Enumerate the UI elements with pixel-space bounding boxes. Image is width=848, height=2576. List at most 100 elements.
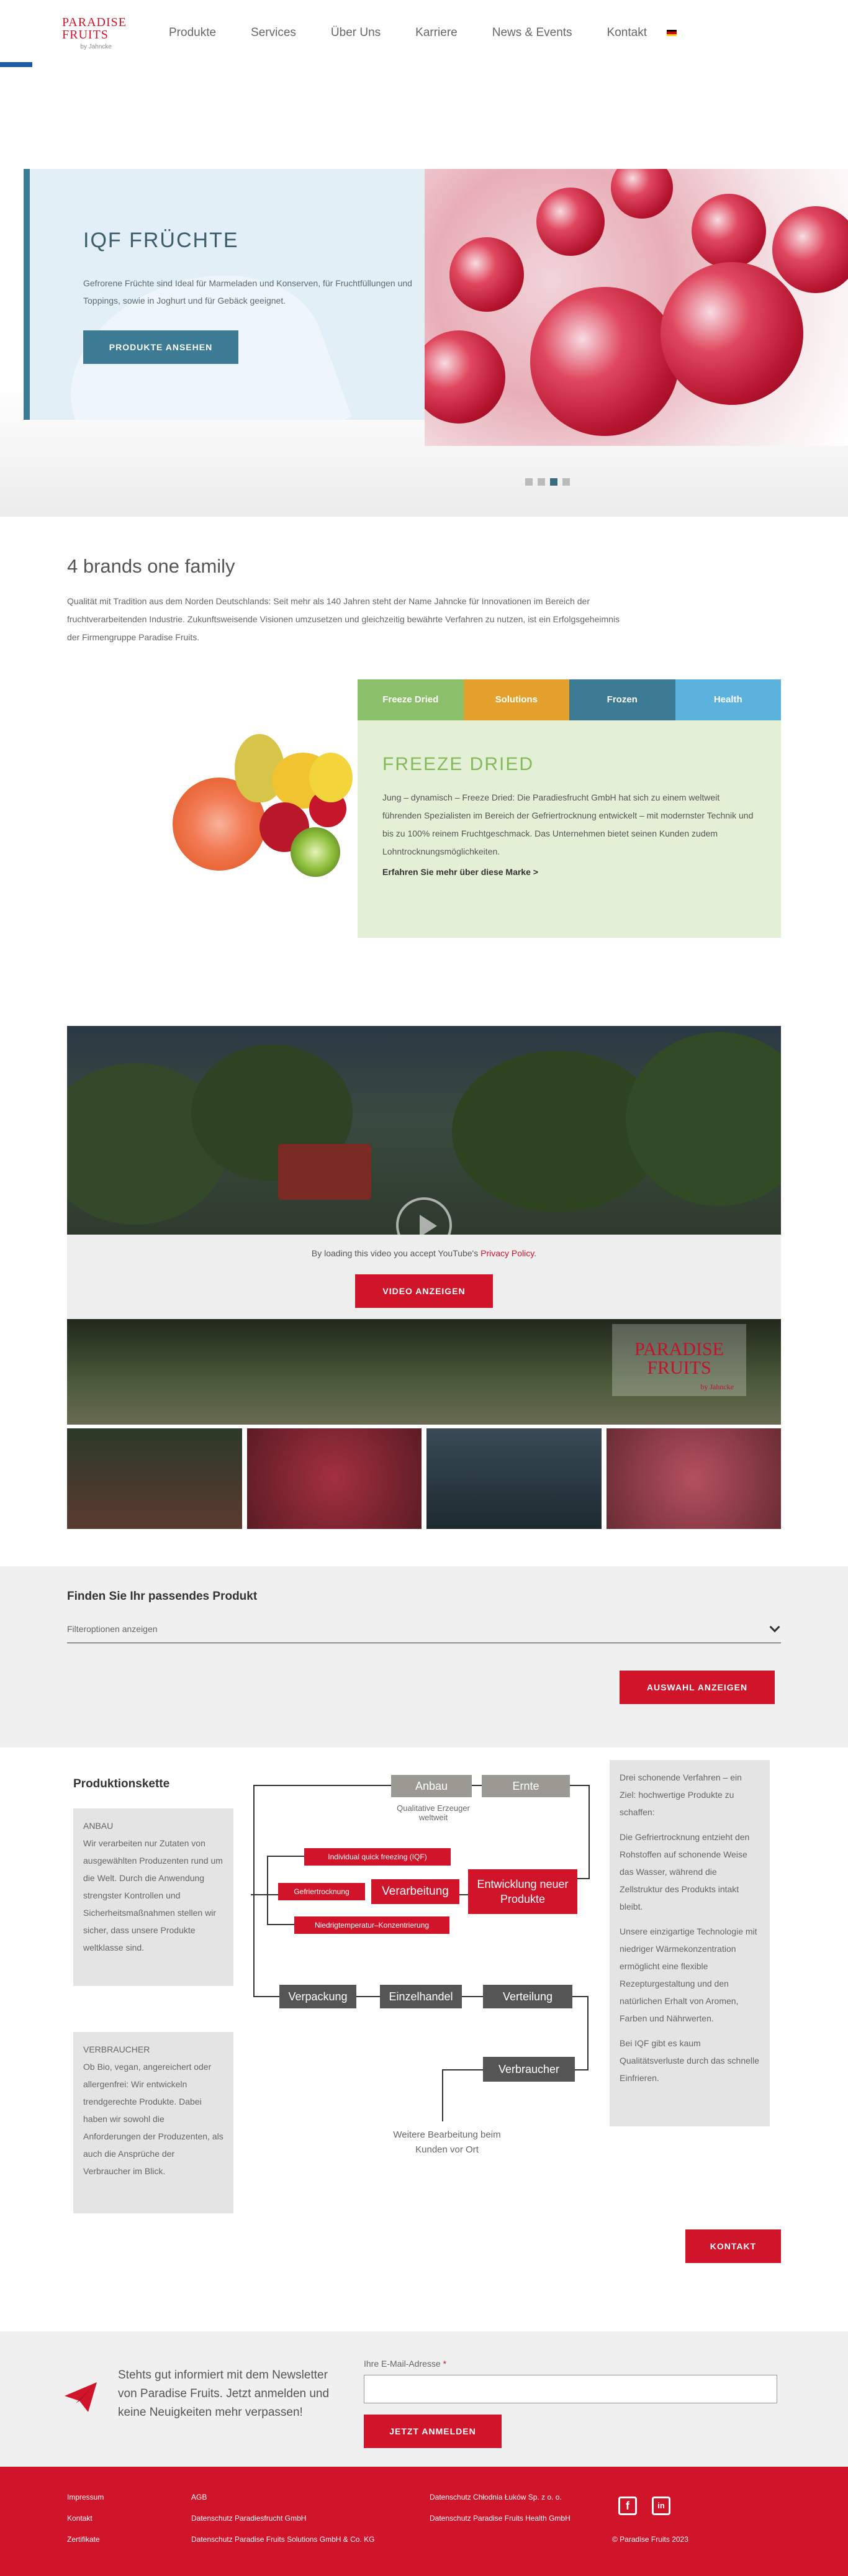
slider-dot[interactable] bbox=[538, 478, 545, 486]
nav-karriere[interactable]: Karriere bbox=[415, 26, 458, 40]
fruits-image bbox=[166, 709, 359, 914]
node-niedrigtemperatur: Niedrigtemperatur–Konzentrierung bbox=[294, 1916, 449, 1934]
product-finder: Finden Sie Ihr passendes Produkt Filtero… bbox=[0, 1566, 848, 1748]
chain-line bbox=[253, 1785, 255, 1996]
footer-link-zertifikate[interactable]: Zertifikate bbox=[67, 2529, 104, 2550]
node-ernte: Ernte bbox=[482, 1775, 570, 1797]
tab-health[interactable]: Health bbox=[675, 679, 781, 720]
brand-more-link[interactable]: Erfahren Sie mehr über diese Marke > bbox=[382, 867, 538, 877]
process-info-4: Bei IQF gibt es kaum Qualitätsverluste d… bbox=[620, 2038, 759, 2083]
main-nav: Produkte Services Über Uns Karriere News… bbox=[169, 26, 682, 40]
gallery-thumbnail[interactable] bbox=[67, 1428, 242, 1529]
node-einzelhandel: Einzelhandel bbox=[380, 1985, 462, 2008]
node-verarbeitung: Verarbeitung bbox=[371, 1879, 459, 1904]
verbraucher-heading: VERBRAUCHER bbox=[83, 2044, 150, 2054]
german-flag-icon[interactable] bbox=[667, 30, 677, 36]
logo[interactable]: PARADISE FRUITS by Jahncke bbox=[62, 16, 127, 57]
video-logo: PARADISE FRUITS by Jahncke bbox=[612, 1324, 746, 1396]
chain-line bbox=[571, 1996, 589, 1997]
footer-link-kontakt[interactable]: Kontakt bbox=[67, 2508, 104, 2529]
verbraucher-box: VERBRAUCHER Ob Bio, vegan, angereichert … bbox=[73, 2032, 233, 2213]
slider-dot[interactable] bbox=[562, 478, 570, 486]
chain-title: Produktionskette bbox=[73, 1777, 170, 1790]
show-selection-button[interactable]: AUSWAHL ANZEIGEN bbox=[620, 1671, 775, 1704]
footer-link-privacy-health[interactable]: Datenschutz Paradise Fruits Health GmbH bbox=[430, 2508, 571, 2529]
chain-line bbox=[267, 1856, 268, 1925]
anbau-box: ANBAU Wir verarbeiten nur Zutaten von au… bbox=[73, 1808, 233, 1986]
nav-kontakt[interactable]: Kontakt bbox=[607, 26, 647, 40]
nav-news-events[interactable]: News & Events bbox=[492, 26, 572, 40]
gallery-thumbnail[interactable] bbox=[246, 1428, 422, 1529]
tab-solutions[interactable]: Solutions bbox=[463, 679, 569, 720]
video-logo-sub: by Jahncke bbox=[700, 1382, 734, 1391]
video-logo-text: PARADISE FRUITS bbox=[634, 1339, 724, 1378]
view-products-button[interactable]: PRODUKTE ANSEHEN bbox=[83, 330, 238, 364]
gallery-thumbnail[interactable] bbox=[606, 1428, 781, 1529]
site-header: PARADISE FRUITS by Jahncke Produkte Serv… bbox=[0, 0, 848, 67]
nav-ueber-uns[interactable]: Über Uns bbox=[331, 26, 381, 40]
filter-options-select[interactable]: Filteroptionen anzeigen bbox=[67, 1621, 781, 1643]
subscribe-button[interactable]: JETZT ANMELDEN bbox=[364, 2415, 502, 2448]
hero-card: IQF FRÜCHTE Gefrorene Früchte sind Ideal… bbox=[24, 169, 425, 420]
email-field[interactable] bbox=[364, 2375, 777, 2403]
email-label: Ihre E-Mail-Adresse * bbox=[364, 2359, 446, 2369]
nav-produkte[interactable]: Produkte bbox=[169, 26, 216, 40]
brand-tab-panel: FREEZE DRIED Jung – dynamisch – Freeze D… bbox=[358, 720, 781, 938]
process-info-3: Unsere einzigartige Technologie mit nied… bbox=[620, 1926, 757, 2023]
node-iqf: Individual quick freezing (IQF) bbox=[304, 1848, 451, 1866]
chain-line bbox=[472, 1785, 482, 1786]
verbraucher-text: Ob Bio, vegan, angereichert oder allerge… bbox=[83, 2062, 223, 2176]
node-gefriertrocknung: Gefriertrocknung bbox=[278, 1883, 365, 1900]
chain-line bbox=[570, 1785, 590, 1786]
footer-link-privacy-chlodnia[interactable]: Datenschutz Chłodnia Łuków Sp. z o. o. bbox=[430, 2487, 571, 2508]
chain-line bbox=[251, 1894, 278, 1895]
slider-dot[interactable] bbox=[525, 478, 533, 486]
contact-button[interactable]: KONTAKT bbox=[685, 2229, 781, 2263]
hero-text: Gefrorene Früchte sind Ideal für Marmela… bbox=[83, 278, 412, 306]
footer-link-impressum[interactable]: Impressum bbox=[67, 2487, 104, 2508]
linkedin-icon[interactable]: in bbox=[652, 2497, 670, 2515]
gallery-thumbnail[interactable] bbox=[426, 1428, 602, 1529]
required-marker: * bbox=[443, 2359, 447, 2369]
tractor-image bbox=[278, 1144, 371, 1200]
chain-line bbox=[587, 1996, 589, 2070]
facebook-icon[interactable]: f bbox=[618, 2497, 637, 2515]
chain-line bbox=[589, 1785, 590, 1878]
privacy-policy-link[interactable]: Privacy Policy bbox=[480, 1248, 534, 1258]
tab-frozen[interactable]: Frozen bbox=[569, 679, 675, 720]
newsletter-section: Stehts gut informiert mit dem Newsletter… bbox=[0, 2331, 848, 2467]
chain-line bbox=[442, 2069, 483, 2070]
tab-freeze-dried[interactable]: Freeze Dried bbox=[358, 679, 464, 720]
footer-link-privacy-solutions[interactable]: Datenschutz Paradise Fruits Solutions Gm… bbox=[191, 2529, 374, 2550]
footer-link-privacy-paradiesfrucht[interactable]: Datenschutz Paradiesfrucht GmbH bbox=[191, 2508, 374, 2529]
node-verpackung: Verpackung bbox=[279, 1985, 356, 2008]
chain-line bbox=[458, 1894, 468, 1895]
brand-tabs: Freeze Dried Solutions Frozen Health bbox=[358, 679, 781, 720]
chain-line bbox=[253, 1785, 391, 1786]
anbau-text: Wir verarbeiten nur Zutaten von ausgewäh… bbox=[83, 1838, 223, 1952]
gallery-thumbnails bbox=[67, 1428, 781, 1529]
slider-dot-active[interactable] bbox=[550, 478, 557, 486]
slider-dots bbox=[525, 478, 570, 486]
paper-plane-icon bbox=[65, 2382, 97, 2412]
weitere-note: Weitere Bearbeitung beim Kunden vor Ort bbox=[393, 2129, 501, 2155]
node-verbraucher: Verbraucher bbox=[483, 2057, 575, 2082]
chain-line bbox=[575, 2069, 589, 2070]
show-video-button[interactable]: VIDEO ANZEIGEN bbox=[355, 1274, 493, 1308]
footer-link-agb[interactable]: AGB bbox=[191, 2487, 374, 2508]
video-consent: By loading this video you accept YouTube… bbox=[67, 1235, 781, 1319]
chain-line bbox=[253, 1996, 279, 1997]
play-icon[interactable] bbox=[396, 1197, 452, 1235]
chevron-down-icon bbox=[769, 1621, 780, 1633]
chain-line bbox=[576, 1878, 590, 1879]
filter-options-label: Filteroptionen anzeigen bbox=[67, 1624, 158, 1634]
nav-services[interactable]: Services bbox=[251, 26, 296, 40]
anbau-heading: ANBAU bbox=[83, 1821, 114, 1831]
node-verteilung: Verteilung bbox=[483, 1985, 572, 2008]
logo-text: PARADISE FRUITS bbox=[62, 16, 127, 42]
finder-title: Finden Sie Ihr passendes Produkt bbox=[67, 1590, 258, 1603]
panel-text: Jung – dynamisch – Freeze Dried: Die Par… bbox=[382, 792, 754, 856]
chain-line bbox=[355, 1996, 380, 1997]
footer-col-3: Datenschutz Chłodnia Łuków Sp. z o. o. D… bbox=[430, 2487, 571, 2529]
footer-col-1: Impressum Kontakt Zertifikate bbox=[67, 2487, 104, 2550]
